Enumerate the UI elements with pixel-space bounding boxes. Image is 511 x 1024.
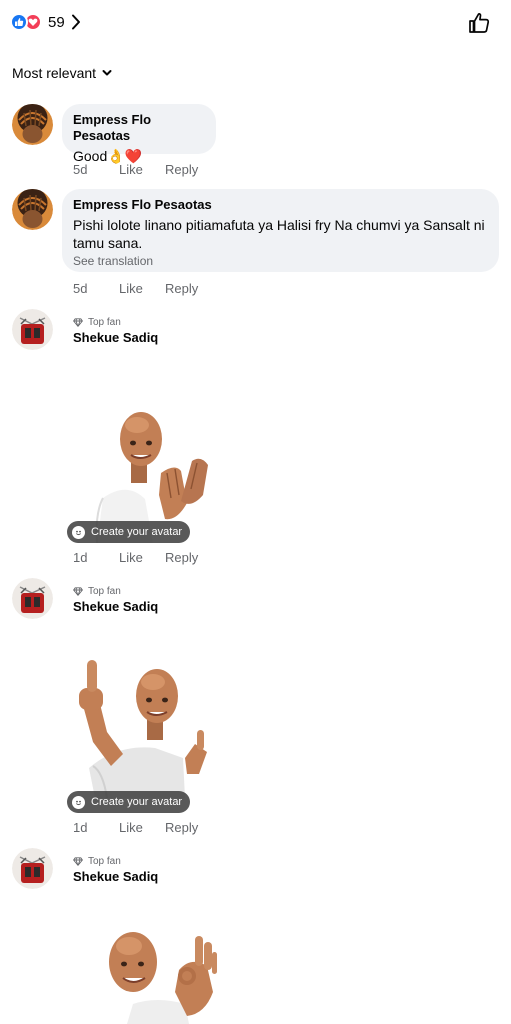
avatar[interactable]	[12, 189, 53, 230]
top-fan-badge: Top fan	[73, 586, 121, 597]
chevron-down-icon	[102, 69, 112, 77]
top-fan-label: Top fan	[88, 856, 121, 867]
comment-time[interactable]: 5d	[73, 162, 119, 177]
reply-button[interactable]: Reply	[165, 162, 198, 177]
comment-author[interactable]: Shekue Sadiq	[73, 599, 158, 614]
comment-time[interactable]: 1d	[73, 820, 119, 835]
reply-button[interactable]: Reply	[165, 820, 198, 835]
comment-bubble[interactable]: Empress Flo Pesaotas Pishi lolote linano…	[62, 189, 499, 272]
create-avatar-label: Create your avatar	[91, 796, 183, 808]
like-button[interactable]: Like	[119, 550, 165, 565]
top-fan-badge: Top fan	[73, 856, 121, 867]
avatar-face-icon	[72, 795, 85, 809]
sort-label: Most relevant	[12, 65, 97, 81]
sort-dropdown[interactable]: Most relevant	[12, 65, 112, 81]
top-fan-badge: Top fan	[73, 317, 121, 328]
reactions-bar: 59	[0, 0, 511, 44]
avatar[interactable]	[12, 104, 53, 145]
comment-actions: 1d Like Reply	[73, 550, 198, 565]
comment-author[interactable]: Empress Flo Pesaotas	[73, 112, 204, 144]
comment-author[interactable]: Empress Flo Pesaotas	[73, 197, 487, 213]
comment-actions: 5d Like Reply	[73, 281, 198, 296]
comment-author[interactable]: Shekue Sadiq	[73, 869, 158, 884]
comment-bubble[interactable]: Empress Flo Pesaotas Good👌❤️	[62, 104, 216, 164]
avatar-face-icon	[72, 525, 85, 539]
like-button[interactable]: Like	[119, 162, 165, 177]
comment-author[interactable]: Shekue Sadiq	[73, 330, 158, 345]
like-button[interactable]: Like	[119, 281, 165, 296]
diamond-icon	[73, 587, 83, 596]
create-avatar-button[interactable]: Create your avatar	[67, 791, 191, 813]
diamond-icon	[73, 318, 83, 327]
reply-button[interactable]: Reply	[165, 550, 198, 565]
see-translation-link[interactable]: See translation	[73, 254, 487, 268]
avatar[interactable]	[12, 848, 53, 889]
top-fan-label: Top fan	[88, 317, 121, 328]
avatar[interactable]	[12, 578, 53, 619]
avatar-sticker-ok-sign[interactable]	[67, 930, 217, 1024]
like-reaction-icon	[10, 13, 28, 31]
avatar-sticker-thumbs-up[interactable]	[67, 658, 217, 798]
reactions-summary[interactable]: 59	[10, 10, 81, 34]
avatar[interactable]	[12, 309, 53, 350]
comment-text: Pishi lolote linano pitiamafuta ya Halis…	[73, 217, 485, 251]
create-avatar-label: Create your avatar	[91, 526, 183, 538]
reaction-count: 59	[48, 13, 65, 31]
thumbs-up-icon[interactable]	[467, 11, 491, 35]
create-avatar-button[interactable]: Create your avatar	[67, 521, 191, 543]
comment-actions: 1d Like Reply	[73, 820, 198, 835]
top-fan-label: Top fan	[88, 586, 121, 597]
chevron-right-icon	[71, 14, 81, 30]
comment-time[interactable]: 5d	[73, 281, 119, 296]
comment-actions: 5d Like Reply	[73, 162, 198, 177]
comment-time[interactable]: 1d	[73, 550, 119, 565]
like-button[interactable]: Like	[119, 820, 165, 835]
reply-button[interactable]: Reply	[165, 281, 198, 296]
diamond-icon	[73, 857, 83, 866]
